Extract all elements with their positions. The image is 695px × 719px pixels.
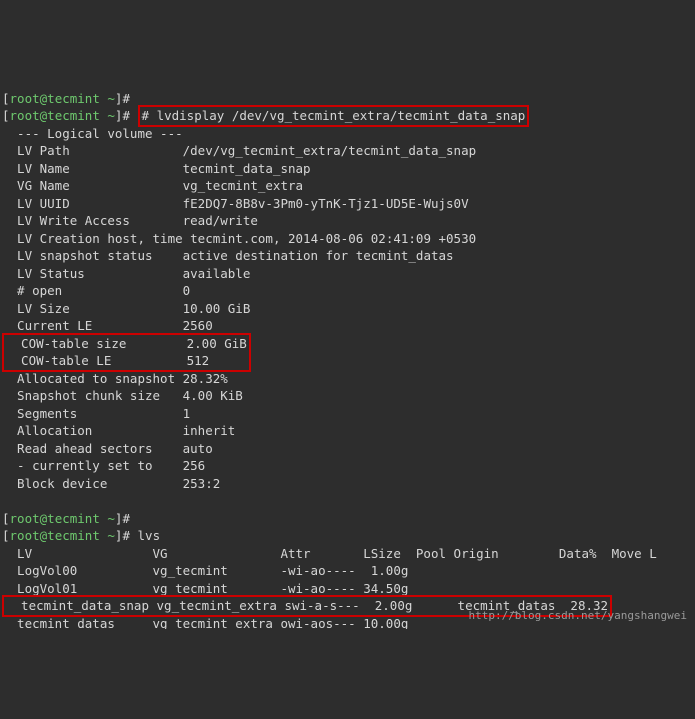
command-lvdisplay-highlight: # lvdisplay /dev/vg_tecmint_extra/tecmin… <box>138 105 530 127</box>
allocated-snapshot-value: 28.32% <box>183 371 228 386</box>
prompt-user: root@tecmint <box>10 511 100 526</box>
snapshot-chunk-label: Snapshot chunk size <box>2 388 183 403</box>
lv-creation-value: tecmint.com, 2014-08-06 02:41:09 +0530 <box>190 231 476 246</box>
allocation-label: Allocation <box>2 423 183 438</box>
allocation-value: inherit <box>183 423 236 438</box>
prompt-user: root@tecmint <box>10 91 100 106</box>
lv-current-le-value: 2560 <box>183 318 213 333</box>
vg-name-value: vg_tecmint_extra <box>183 178 303 193</box>
cow-table-highlight: COW-table size 2.00 GiB COW-table LE 512 <box>2 333 251 372</box>
lv-snapshot-status-label: LV snapshot status <box>2 248 183 263</box>
segments-value: 1 <box>183 406 191 421</box>
snapshot-chunk-value: 4.00 KiB <box>183 388 243 403</box>
lv-header: --- Logical volume --- <box>2 126 183 141</box>
lv-creation-label: LV Creation host, time <box>2 231 190 246</box>
watermark-text: http://blog.csdn.net/yangshangwei <box>468 608 687 623</box>
lv-open-label: # open <box>2 283 183 298</box>
lv-path-value: /dev/vg_tecmint_extra/tecmint_data_snap <box>183 143 477 158</box>
read-ahead-value: auto <box>183 441 213 456</box>
prompt: [root@tecmint ~]# <box>2 108 130 123</box>
lv-write-access-label: LV Write Access <box>2 213 183 228</box>
allocated-snapshot-label: Allocated to snapshot <box>2 371 183 386</box>
lvs-header: LV VG Attr LSize Pool Origin Data% Move … <box>2 546 657 561</box>
read-ahead-label: Read ahead sectors <box>2 441 183 456</box>
prompt-path: ~ <box>107 108 115 123</box>
lv-size-value: 10.00 GiB <box>183 301 251 316</box>
lv-open-value: 0 <box>183 283 191 298</box>
cow-table-le-value: 512 <box>187 353 210 368</box>
segments-label: Segments <box>2 406 183 421</box>
lv-uuid-value: fE2DQ7-8B8v-3Pm0-yTnK-Tjz1-UD5E-Wujs0V <box>183 196 469 211</box>
lv-write-access-value: read/write <box>183 213 258 228</box>
prompt-path: ~ <box>107 91 115 106</box>
lv-uuid-label: LV UUID <box>2 196 183 211</box>
lv-snapshot-status-value: active destination for tecmint_datas <box>183 248 454 263</box>
vg-name-label: VG Name <box>2 178 183 193</box>
prompt: [root@tecmint ~]# <box>2 91 138 106</box>
prompt: [root@tecmint ~]# <box>2 511 138 526</box>
cow-table-size-label: COW-table size <box>6 336 187 351</box>
command-lvs: lvs <box>138 528 161 543</box>
command-text: # lvdisplay /dev/vg_tecmint_extra/tecmin… <box>142 108 526 123</box>
cow-table-le-label: COW-table LE <box>6 353 187 368</box>
cow-table-size-value: 2.00 GiB <box>187 336 247 351</box>
block-device-label: Block device <box>2 476 183 491</box>
currently-set-label: - currently set to <box>2 458 183 473</box>
prompt: [root@tecmint ~]# <box>2 528 138 543</box>
lv-path-label: LV Path <box>2 143 183 158</box>
lv-status-label: LV Status <box>2 266 183 281</box>
terminal-window: [root@tecmint ~]# [root@tecmint ~]# # lv… <box>2 72 695 629</box>
lv-current-le-label: Current LE <box>2 318 183 333</box>
lv-name-value: tecmint_data_snap <box>183 161 311 176</box>
lv-name-label: LV Name <box>2 161 183 176</box>
prompt-path: ~ <box>107 528 115 543</box>
prompt-user: root@tecmint <box>10 108 100 123</box>
currently-set-value: 256 <box>183 458 206 473</box>
lvs-row-logvol00: LogVol00 vg_tecmint -wi-ao---- 1.00g <box>2 563 408 578</box>
prompt-path: ~ <box>107 511 115 526</box>
prompt-user: root@tecmint <box>10 528 100 543</box>
lv-status-value: available <box>183 266 251 281</box>
lvs-row-tecmint-datas: tecmint_datas vg_tecmint_extra owi-aos--… <box>2 616 408 630</box>
lvs-row-logvol01: LogVol01 vg_tecmint -wi-ao---- 34.50g <box>2 581 408 596</box>
block-device-value: 253:2 <box>183 476 221 491</box>
lv-size-label: LV Size <box>2 301 183 316</box>
